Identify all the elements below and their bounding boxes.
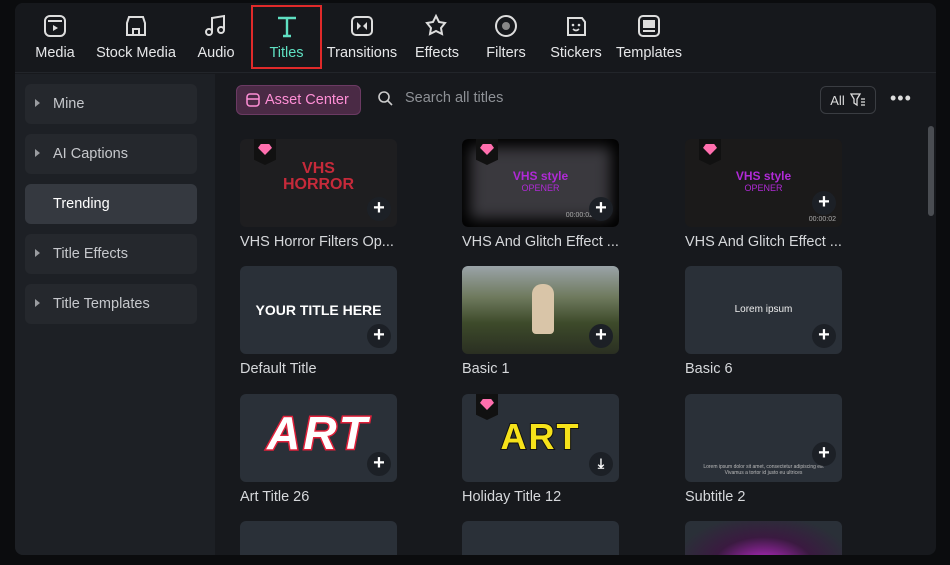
title-card[interactable]: Lorem ipsum + Basic 6 [685, 266, 842, 377]
media-tab-bar: Media Stock Media Audio Titles Transitio… [15, 3, 936, 73]
template-icon [638, 15, 660, 37]
title-card[interactable]: ART ⤓ Holiday Title 12 [462, 394, 619, 505]
add-icon[interactable]: + [812, 191, 836, 215]
title-card[interactable] [462, 521, 619, 555]
premium-gem-icon [254, 139, 276, 165]
sidebar-item-title-templates[interactable]: Title Templates [25, 284, 197, 324]
caret-right-icon [35, 249, 40, 257]
add-icon[interactable]: + [367, 452, 391, 476]
tab-templates[interactable]: Templates [613, 9, 685, 67]
add-icon[interactable]: + [367, 197, 391, 221]
caret-right-icon [35, 299, 40, 307]
add-icon[interactable]: + [812, 324, 836, 348]
category-sidebar: Mine AI Captions Trending Title Effects … [15, 74, 215, 555]
title-card[interactable]: + Basic 1 [462, 266, 619, 377]
sidebar-item-title-effects[interactable]: Title Effects [25, 234, 197, 274]
tab-filters[interactable]: Filters [477, 9, 535, 67]
caret-right-icon [35, 99, 40, 107]
title-card[interactable]: VHS style OPENER 00:00:02 + VHS And Glitch E… [685, 139, 842, 250]
caret-right-icon [35, 149, 40, 157]
store-icon [246, 93, 260, 107]
premium-gem-icon [699, 139, 721, 165]
search-icon [378, 91, 393, 106]
title-card[interactable]: Lorem ipsum dolor sit amet, consectetur … [685, 394, 842, 505]
media-icon [44, 15, 66, 37]
titles-grid-area: Asset Center Search all titles All ••• V… [215, 74, 936, 555]
add-icon[interactable]: + [589, 324, 613, 348]
asset-center-button[interactable]: Asset Center [236, 85, 361, 115]
premium-gem-icon [476, 394, 498, 420]
download-icon[interactable]: ⤓ [589, 452, 613, 476]
premium-gem-icon [476, 139, 498, 165]
title-card[interactable]: YOUR TITLE HERE + Default Title [240, 266, 397, 377]
tab-media[interactable]: Media [25, 9, 85, 67]
filter-icon [849, 93, 865, 107]
text-icon [277, 16, 296, 38]
tab-stickers[interactable]: Stickers [545, 9, 607, 67]
title-card[interactable]: VHS HORROR + VHS Horror Filters Op... [240, 139, 397, 250]
tab-titles[interactable]: Titles [251, 5, 322, 69]
sidebar-item-mine[interactable]: Mine [25, 84, 197, 124]
sidebar-item-trending[interactable]: Trending [25, 184, 197, 224]
title-card[interactable]: VHS style OPENER 00:00:02 + VHS And Glitch E… [462, 139, 619, 250]
star-icon [425, 13, 447, 36]
title-card[interactable] [685, 521, 842, 555]
tab-transitions[interactable]: Transitions [325, 9, 399, 67]
title-card[interactable] [240, 521, 397, 555]
tab-stock-media[interactable]: Stock Media [93, 9, 179, 67]
transition-icon [351, 16, 373, 36]
add-icon[interactable]: + [367, 324, 391, 348]
add-icon[interactable]: + [589, 197, 613, 221]
sticker-icon [567, 17, 586, 36]
music-icon [205, 14, 225, 36]
sidebar-item-ai-captions[interactable]: AI Captions [25, 134, 197, 174]
store-icon [126, 16, 146, 36]
add-icon[interactable]: + [812, 442, 836, 466]
scrollbar[interactable] [928, 126, 934, 216]
tab-effects[interactable]: Effects [407, 9, 467, 67]
tab-audio[interactable]: Audio [187, 9, 245, 67]
filter-dropdown[interactable]: All [820, 86, 876, 114]
filter-icon [495, 15, 517, 37]
search-input[interactable]: Search all titles [377, 90, 503, 106]
titles-panel: Media Stock Media Audio Titles Transitio… [15, 3, 936, 555]
more-options-button[interactable]: ••• [890, 88, 912, 109]
title-card[interactable]: ART + Art Title 26 [240, 394, 397, 505]
